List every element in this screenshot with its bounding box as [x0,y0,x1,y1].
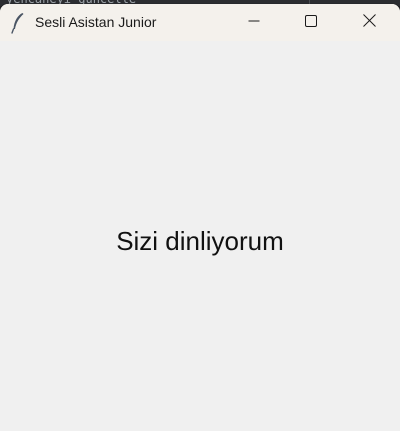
close-icon [362,13,376,32]
maximize-button[interactable] [288,4,334,41]
title-bar[interactable]: Sesli Asistan Junior [0,4,400,41]
app-window: Sesli Asistan Junior Sizi dinliyorum [0,4,400,431]
minimize-button[interactable] [231,4,277,41]
minimize-icon [248,14,260,32]
maximize-icon [305,14,317,32]
feather-icon [10,12,26,34]
listening-status-label: Sizi dinliyorum [116,226,284,256]
close-button[interactable] [346,4,392,41]
main-content: Sizi dinliyorum [0,41,400,431]
window-title: Sesli Asistan Junior [35,14,157,30]
